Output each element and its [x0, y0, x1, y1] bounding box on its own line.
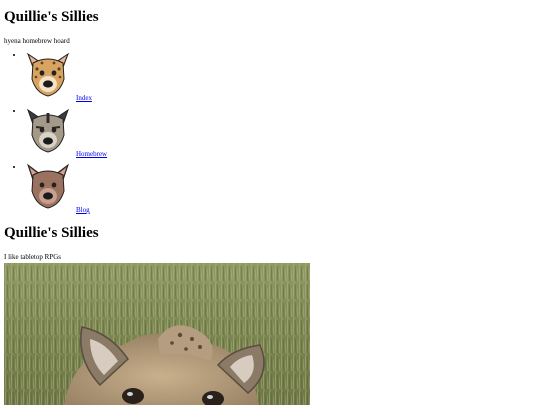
- section-text: I like tabletop RPGs: [4, 253, 61, 261]
- nav-item-index: Index: [24, 51, 536, 107]
- section-title: Quillie's Sillies: [4, 225, 99, 241]
- hyena-spotted-icon: [26, 52, 70, 97]
- nav-item-blog: Blog: [24, 163, 536, 219]
- hyena-striped-icon: [27, 108, 69, 153]
- nav-item-homebrew: Homebrew: [24, 107, 536, 163]
- nav-link-homebrew[interactable]: Homebrew: [76, 150, 107, 158]
- hyena-photo: [4, 263, 310, 405]
- site-tagline: hyena homebrew hoard: [4, 37, 70, 45]
- hyena-brown-icon: [27, 163, 69, 209]
- site-title: Quillie's Sillies: [4, 9, 99, 25]
- nav-link-index[interactable]: Index: [76, 94, 92, 102]
- nav-list: Index Homebrew: [4, 51, 536, 219]
- nav-link-blog[interactable]: Blog: [76, 206, 90, 214]
- page: Quillie's Sillies hyena homebrew hoard •…: [0, 0, 540, 261]
